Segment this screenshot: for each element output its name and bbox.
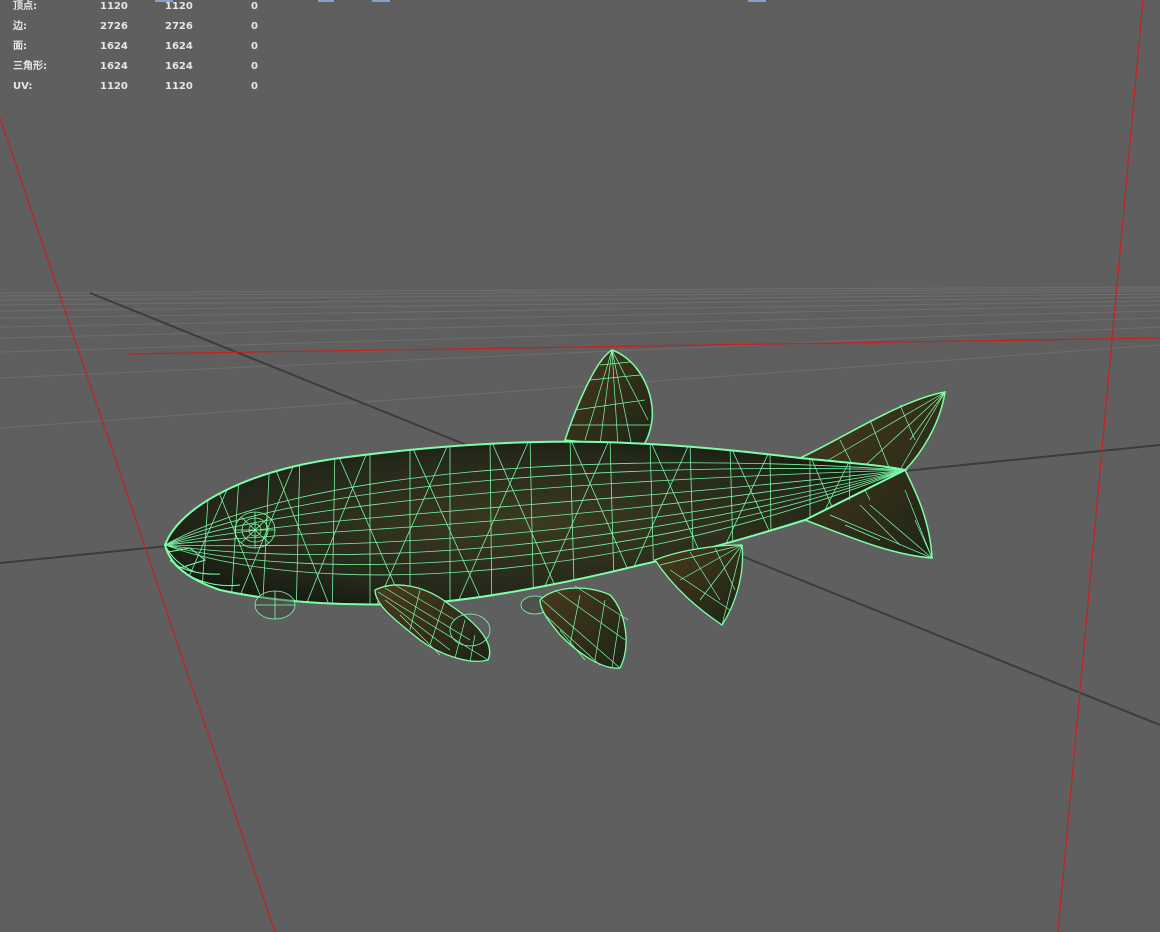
fish-eye [234, 511, 276, 549]
hud-value: 0 [251, 41, 258, 52]
hud-value: 0 [251, 81, 258, 92]
top-indicator [748, 0, 766, 2]
hud-value: 2726 [100, 21, 128, 32]
hud-value: 1624 [165, 41, 193, 52]
hud-value: 1120 [100, 1, 128, 12]
hud-label: 顶点: [13, 1, 37, 12]
hud-value: 1624 [100, 61, 128, 72]
hud-row-uvs: UV: 1120 1120 0 [0, 80, 280, 100]
hud-value: 1120 [165, 1, 193, 12]
top-indicator [372, 0, 390, 2]
hud-value: 0 [251, 1, 258, 12]
hud-value: 0 [251, 61, 258, 72]
top-indicator [318, 0, 334, 2]
heads-up-display-poly-count: 顶点: 1120 1120 0 边: 2726 2726 0 面: 1624 1… [0, 0, 280, 100]
hud-row-edges: 边: 2726 2726 0 [0, 20, 280, 40]
fish-mesh[interactable] [163, 349, 946, 669]
dorsal-fin [563, 349, 654, 449]
fish-body [163, 440, 909, 606]
hud-value: 1624 [165, 61, 193, 72]
hud-value: 1120 [100, 81, 128, 92]
hud-row-vertices: 顶点: 1120 1120 0 [0, 0, 280, 20]
hud-row-triangles: 三角形: 1624 1624 0 [0, 60, 280, 80]
hud-label: 三角形: [13, 61, 47, 72]
hud-row-faces: 面: 1624 1624 0 [0, 40, 280, 60]
hud-value: 2726 [165, 21, 193, 32]
perspective-viewport[interactable] [0, 0, 1160, 932]
hud-label: UV: [13, 81, 33, 92]
hud-value: 1120 [165, 81, 193, 92]
hud-label: 面: [13, 41, 27, 52]
hud-value: 1624 [100, 41, 128, 52]
hud-value: 0 [251, 21, 258, 32]
hud-label: 边: [13, 21, 27, 32]
pelvic-fin [539, 587, 627, 669]
anal-fin [654, 544, 744, 626]
